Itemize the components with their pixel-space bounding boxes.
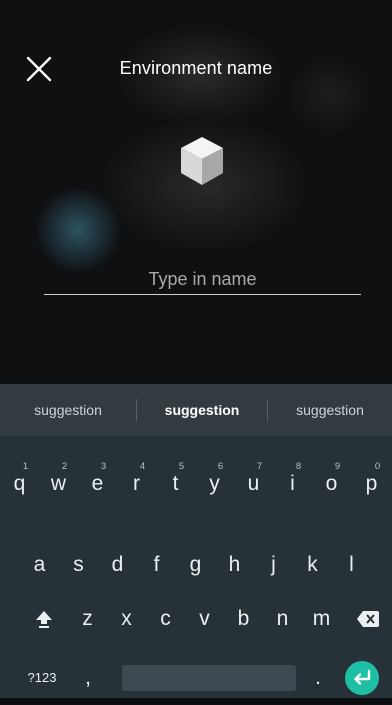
- key-m[interactable]: m: [302, 592, 341, 646]
- key-i[interactable]: i8: [273, 457, 312, 511]
- key-n[interactable]: n: [263, 592, 302, 646]
- key-v[interactable]: v: [185, 592, 224, 646]
- key-p[interactable]: p0: [351, 457, 392, 511]
- page-title: Environment name: [119, 58, 273, 78]
- key-e[interactable]: e3: [78, 457, 117, 511]
- suggestion-center[interactable]: suggestion: [137, 384, 267, 436]
- key-y[interactable]: y6: [195, 457, 234, 511]
- key-l[interactable]: l: [332, 538, 371, 592]
- key-w[interactable]: w2: [39, 457, 78, 511]
- key-x[interactable]: x: [107, 592, 146, 646]
- key-r[interactable]: r4: [117, 457, 156, 511]
- enter-icon: [354, 669, 371, 685]
- backspace-key[interactable]: [344, 592, 392, 646]
- key-s[interactable]: s: [59, 538, 98, 592]
- key-o[interactable]: o9: [312, 457, 351, 511]
- shift-icon: [36, 611, 52, 629]
- key-g[interactable]: g: [176, 538, 215, 592]
- suggestion-bar: suggestion suggestion suggestion: [0, 384, 392, 436]
- symbols-key[interactable]: ?123: [18, 651, 66, 705]
- key-a[interactable]: a: [20, 538, 59, 592]
- key-h[interactable]: h: [215, 538, 254, 592]
- key-u[interactable]: u7: [234, 457, 273, 511]
- key-q[interactable]: q1: [0, 457, 39, 511]
- space-bar[interactable]: [122, 665, 296, 691]
- shift-key[interactable]: [20, 592, 68, 646]
- environment-name-input[interactable]: [44, 264, 361, 295]
- key-c[interactable]: c: [146, 592, 185, 646]
- key-k[interactable]: k: [293, 538, 332, 592]
- key-z[interactable]: z: [68, 592, 107, 646]
- suggestion-left[interactable]: suggestion: [0, 384, 136, 436]
- backspace-icon: [357, 611, 379, 628]
- key-hint: 0: [374, 461, 381, 472]
- cube-icon: [181, 137, 223, 185]
- period-key[interactable]: .: [300, 651, 336, 705]
- comma-key[interactable]: ,: [70, 651, 106, 705]
- key-b[interactable]: b: [224, 592, 263, 646]
- key-j[interactable]: j: [254, 538, 293, 592]
- key-d[interactable]: d: [98, 538, 137, 592]
- enter-key[interactable]: [345, 661, 379, 695]
- key-f[interactable]: f: [137, 538, 176, 592]
- suggestion-right[interactable]: suggestion: [268, 384, 392, 436]
- key-t[interactable]: t5: [156, 457, 195, 511]
- app-screen: Environment name: [0, 0, 392, 384]
